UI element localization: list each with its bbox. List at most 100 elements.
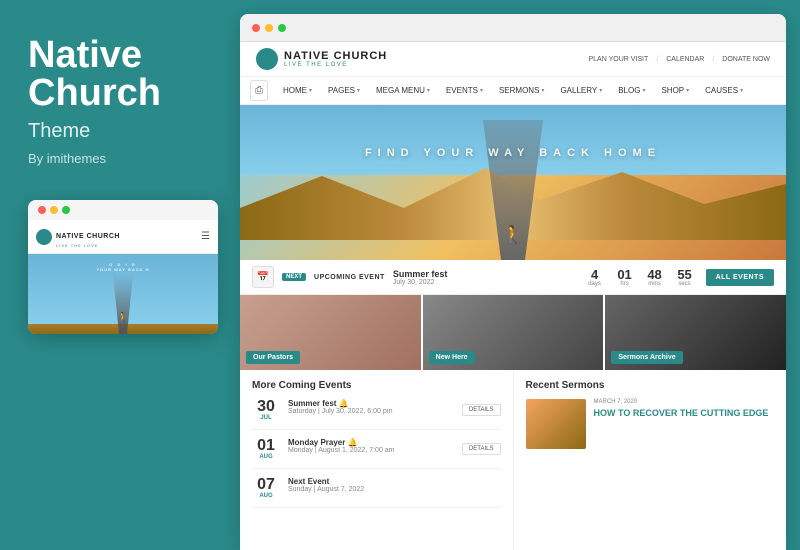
site-logo: NATIVE CHURCH LIVE THE LOVE bbox=[256, 48, 387, 70]
nav-gallery-arrow: ▾ bbox=[599, 87, 602, 94]
nav-shop[interactable]: SHOP ▾ bbox=[654, 80, 696, 101]
sermon-title[interactable]: HOW TO RECOVER THE CUTTING EDGE bbox=[594, 408, 775, 419]
mobile-logo-icon bbox=[36, 229, 52, 245]
card-new-label: New Here bbox=[429, 351, 475, 364]
site-logo-tagline: LIVE THE LOVE bbox=[284, 62, 387, 68]
hero-text: FIND YOUR WAY BACK HOME bbox=[365, 147, 661, 159]
dot-yellow bbox=[50, 206, 58, 214]
countdown-mins-num: 48 bbox=[642, 268, 668, 281]
countdown-secs-num: 55 bbox=[672, 268, 698, 281]
all-events-button[interactable]: ALL EVENTS bbox=[706, 269, 774, 286]
theme-author: By imithemes bbox=[28, 151, 106, 166]
bottom-section: More Coming Events 30 JUL Summer fest 🔔 … bbox=[240, 370, 786, 550]
mobile-logo-text: NATIVE CHURCH bbox=[56, 233, 120, 240]
event-2-time: Monday | August 1, 2022, 7:00 am bbox=[288, 447, 454, 454]
mobile-titlebar bbox=[28, 200, 218, 220]
nav-sermons[interactable]: SERMONS ▾ bbox=[492, 80, 551, 101]
event-1-day: 30 bbox=[252, 399, 280, 415]
card-sermons[interactable]: Sermons Archive bbox=[605, 295, 786, 370]
site-header: NATIVE CHURCH LIVE THE LOVE PLAN YOUR VI… bbox=[240, 42, 786, 77]
nav-sermons-arrow: ▾ bbox=[541, 87, 544, 94]
site-logo-text: NATIVE CHURCH LIVE THE LOVE bbox=[284, 50, 387, 68]
mobile-preview: NATIVE CHURCH LIVE THE LOVE ☰ O D I GYOU… bbox=[28, 200, 218, 334]
browser-dot-green bbox=[278, 24, 286, 32]
countdown-hrs: 01 hrs bbox=[612, 268, 638, 287]
event-1-date-box: 30 JUL bbox=[252, 399, 280, 421]
event-item-3: 07 AUG Next Event Sunday | August 7, 202… bbox=[252, 477, 501, 508]
recent-sermons-title: Recent Sermons bbox=[526, 380, 775, 391]
event-3-month: AUG bbox=[252, 493, 280, 499]
site-nav: ⎙ HOME ▾ PAGES ▾ MEGA MENU ▾ EVENTS ▾ SE… bbox=[240, 77, 786, 105]
nav-events[interactable]: EVENTS ▾ bbox=[439, 80, 490, 101]
card-new-here[interactable]: New Here bbox=[423, 295, 604, 370]
nav-shop-arrow: ▾ bbox=[686, 87, 689, 94]
browser-dot-red bbox=[252, 24, 260, 32]
calendar-icon: 📅 bbox=[252, 266, 274, 288]
nav-pages[interactable]: PAGES ▾ bbox=[321, 80, 367, 101]
plan-visit-link[interactable]: PLAN YOUR VISIT bbox=[588, 56, 648, 63]
event-1-details[interactable]: DETAILS bbox=[462, 404, 501, 416]
event-2-info: Monday Prayer 🔔 Monday | August 1, 2022,… bbox=[288, 438, 454, 454]
event-2-day: 01 bbox=[252, 438, 280, 454]
browser-titlebar bbox=[240, 14, 786, 42]
event-1-name: Summer fest 🔔 bbox=[288, 399, 454, 408]
calendar-link[interactable]: CALENDAR bbox=[666, 56, 704, 63]
upcoming-label: UPCOMING EVENT bbox=[314, 274, 385, 281]
left-panel: Native Church Theme By imithemes NATIVE … bbox=[0, 0, 240, 550]
donate-link[interactable]: DONATE NOW bbox=[722, 56, 770, 63]
theme-title: Native Church bbox=[28, 36, 161, 112]
site-logo-name: NATIVE CHURCH bbox=[284, 50, 387, 62]
nav-gallery[interactable]: GALLERY ▾ bbox=[553, 80, 609, 101]
nav-home[interactable]: HOME ▾ bbox=[276, 80, 319, 101]
event-3-time: Sunday | August 7, 2022 bbox=[288, 486, 501, 493]
event-item-1: 30 JUL Summer fest 🔔 Saturday | July 30,… bbox=[252, 399, 501, 430]
event-3-info: Next Event Sunday | August 7, 2022 bbox=[288, 477, 501, 493]
sermon-thumbnail bbox=[526, 399, 586, 449]
mobile-hamburger-icon[interactable]: ☰ bbox=[201, 231, 210, 242]
recent-sermons-section: Recent Sermons MARCH 7, 2020 HOW TO RECO… bbox=[514, 370, 787, 550]
share-icon[interactable]: ⎙ bbox=[250, 80, 268, 101]
nav-mega[interactable]: MEGA MENU ▾ bbox=[369, 80, 437, 101]
nav-pages-arrow: ▾ bbox=[357, 87, 360, 94]
event-3-day: 07 bbox=[252, 477, 280, 493]
right-panel: NATIVE CHURCH LIVE THE LOVE PLAN YOUR VI… bbox=[240, 14, 786, 550]
card-pastors[interactable]: Our Pastors bbox=[240, 295, 421, 370]
nav-home-arrow: ▾ bbox=[309, 87, 312, 94]
event-1-info: Summer fest 🔔 Saturday | July 30, 2022, … bbox=[288, 399, 454, 415]
countdown-days-num: 4 bbox=[582, 268, 608, 281]
coming-events-title: More Coming Events bbox=[252, 380, 501, 391]
mobile-hero-text: O D I GYOUR WAY BACK H bbox=[28, 262, 218, 272]
header-sep-2: / bbox=[712, 56, 714, 63]
events-meta: NEXT UPCOMING EVENT bbox=[282, 273, 385, 281]
event-2-name: Monday Prayer 🔔 bbox=[288, 438, 454, 447]
mobile-person: 🚶 bbox=[117, 313, 129, 324]
nav-causes[interactable]: CAUSES ▾ bbox=[698, 80, 750, 101]
site-logo-icon bbox=[256, 48, 278, 70]
header-links: PLAN YOUR VISIT / CALENDAR / DONATE NOW bbox=[588, 56, 770, 63]
event-1-time: Saturday | July 30, 2022, 6:00 pm bbox=[288, 408, 454, 415]
mobile-logo: NATIVE CHURCH LIVE THE LOVE bbox=[36, 225, 120, 248]
sermon-info: MARCH 7, 2020 HOW TO RECOVER THE CUTTING… bbox=[594, 399, 775, 449]
events-bar: 📅 NEXT UPCOMING EVENT Summer fest July 3… bbox=[240, 260, 786, 295]
nav-blog[interactable]: BLOG ▾ bbox=[611, 80, 652, 101]
site-hero: FIND YOUR WAY BACK HOME 🚶 bbox=[240, 105, 786, 260]
countdown-hrs-num: 01 bbox=[612, 268, 638, 281]
hero-person: 🚶 bbox=[502, 225, 524, 246]
countdown-hrs-label: hrs bbox=[612, 281, 638, 287]
header-sep-1: / bbox=[656, 56, 658, 63]
sermon-date: MARCH 7, 2020 bbox=[594, 399, 775, 405]
event-2-month: AUG bbox=[252, 454, 280, 460]
cards-row: Our Pastors New Here Sermons Archive bbox=[240, 295, 786, 370]
event-2-date-box: 01 AUG bbox=[252, 438, 280, 460]
card-pastors-label: Our Pastors bbox=[246, 351, 300, 364]
event-1-month: JUL bbox=[252, 415, 280, 421]
countdown-mins: 48 mins bbox=[642, 268, 668, 287]
coming-events-section: More Coming Events 30 JUL Summer fest 🔔 … bbox=[240, 370, 514, 550]
dot-green bbox=[62, 206, 70, 214]
mobile-hero: O D I GYOUR WAY BACK H 🚶 bbox=[28, 254, 218, 334]
sermon-card-1: MARCH 7, 2020 HOW TO RECOVER THE CUTTING… bbox=[526, 399, 775, 449]
event-2-details[interactable]: DETAILS bbox=[462, 443, 501, 455]
mobile-logo-sub: LIVE THE LOVE bbox=[56, 243, 120, 248]
mobile-road bbox=[113, 274, 133, 334]
event-date: July 30, 2022 bbox=[393, 279, 574, 286]
